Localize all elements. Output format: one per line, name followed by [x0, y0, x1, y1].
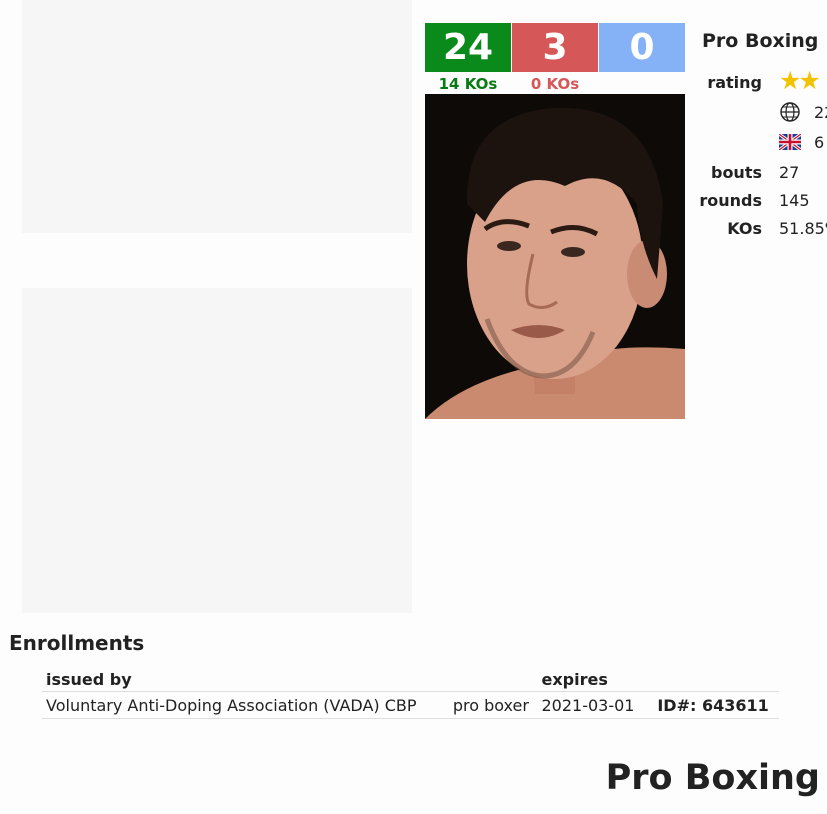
role-cell: pro boxer — [438, 691, 538, 719]
rating-label: rating — [707, 73, 762, 92]
wins-count: 24 — [425, 23, 511, 72]
kos-value: 51.85% — [779, 219, 827, 238]
wins-kos: 14 KOs — [438, 75, 498, 93]
id-cell: ID#: 643611 — [643, 691, 779, 719]
losses-kos: 0 KOs — [530, 75, 580, 93]
rating-stars: ★★ — [779, 66, 821, 95]
country-rank-value: 6 — [814, 132, 825, 152]
header-role — [438, 666, 538, 692]
rounds-label: rounds — [699, 191, 762, 210]
world-rank-value: 22 — [814, 102, 827, 122]
country-rank[interactable]: 6 — [779, 131, 824, 153]
ad-placeholder-bottom — [22, 288, 412, 613]
table-row: Voluntary Anti-Doping Association (VADA)… — [42, 691, 779, 719]
uk-flag-icon — [779, 134, 801, 150]
losses-count: 3 — [512, 23, 598, 72]
kos-label: KOs — [727, 219, 762, 238]
world-rank[interactable]: 22 — [779, 101, 827, 123]
issuer-cell: Voluntary Anti-Doping Association (VADA)… — [42, 691, 439, 719]
enrollments-header-row: issued by expires — [42, 666, 779, 692]
bouts-label: bouts — [710, 163, 762, 182]
ad-placeholder-top — [22, 0, 412, 233]
header-id — [643, 666, 779, 692]
rounds-value: 145 — [779, 191, 810, 210]
enrollments-heading: Enrollments — [9, 631, 145, 655]
globe-icon — [780, 102, 800, 122]
expires-cell: 2021-03-01 — [537, 691, 644, 719]
footer-pro-boxing-title: Pro Boxing — [605, 758, 820, 798]
header-issued-by: issued by — [42, 666, 439, 692]
draws-count: 0 — [599, 23, 685, 72]
enrollments-table: issued by expires Voluntary Anti-Doping … — [42, 666, 779, 719]
header-expires: expires — [537, 666, 644, 692]
bouts-value: 27 — [779, 163, 800, 182]
boxer-photo — [425, 94, 685, 419]
pro-boxing-title: Pro Boxing — [702, 30, 819, 52]
